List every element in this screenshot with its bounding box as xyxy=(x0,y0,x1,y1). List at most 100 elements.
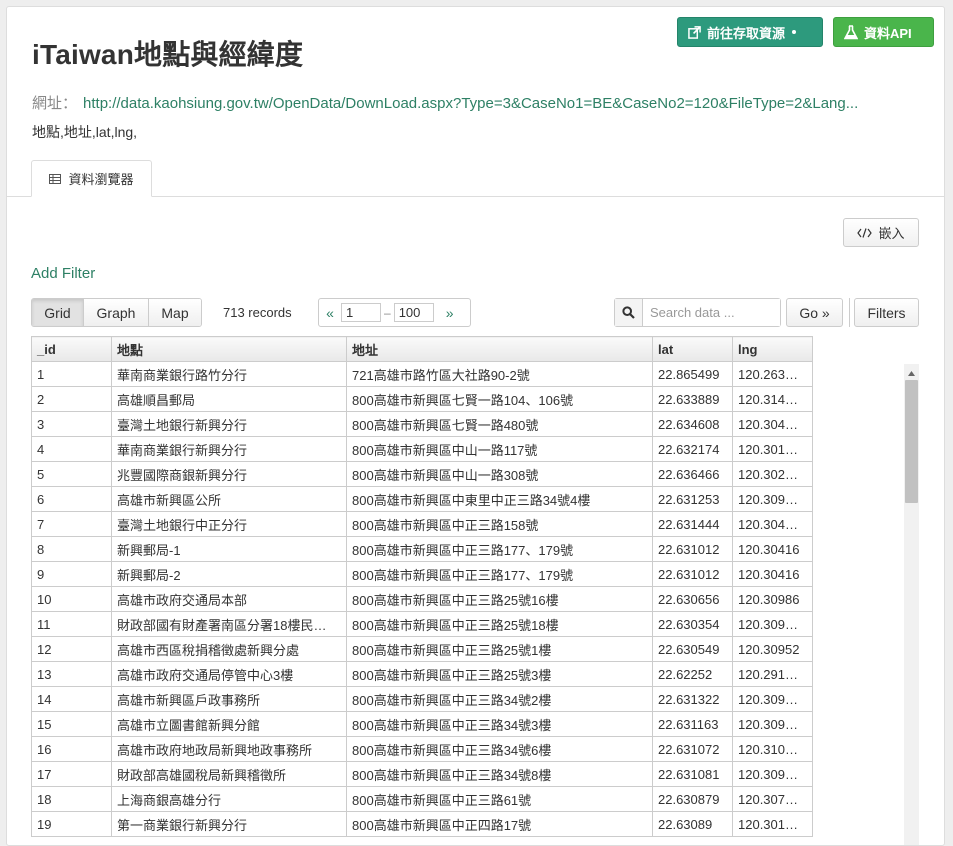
table-row[interactable]: 7 臺灣土地銀行中正分行 800高雄市新興區中正三路158號 22.631444 120… xyxy=(31,511,813,537)
table-row[interactable]: 19 第一商業銀行新興分行 800高雄市新興區中正四路17號 22.63089 120.… xyxy=(31,811,813,837)
table-cell: 120.309… xyxy=(732,686,813,712)
table-row[interactable]: 1 華南商業銀行路竹分行 721高雄市路竹區大社路90-2號 22.865499 120… xyxy=(31,361,813,387)
table-cell: 22.631012 xyxy=(652,561,733,587)
table-row[interactable]: 11 財政部國有財產署南區分署18樓民… 800高雄市新興區中正三路25號18樓 22… xyxy=(31,611,813,637)
table-cell: 10 xyxy=(31,586,112,612)
pager-from-input[interactable] xyxy=(341,303,381,322)
table-cell: 11 xyxy=(31,611,112,637)
table-cell: 22.63089 xyxy=(652,811,733,837)
table-cell: 120.301… xyxy=(732,811,813,837)
table-row[interactable]: 12 高雄市西區稅捐稽徵處新興分處 800高雄市新興區中正三路25號1樓 22.630… xyxy=(31,636,813,662)
external-link-icon xyxy=(688,25,701,39)
table-cell: 22.630879 xyxy=(652,786,733,812)
table-row[interactable]: 6 高雄市新興區公所 800高雄市新興區中東里中正三路34號4樓 22.631253 1… xyxy=(31,486,813,512)
table-cell: 22.630549 xyxy=(652,636,733,662)
column-header[interactable]: lng xyxy=(732,336,813,362)
table-cell: 800高雄市新興區中東里中正三路34號4樓 xyxy=(346,486,653,512)
grid-scrollbar[interactable] xyxy=(904,364,919,845)
table-cell: 22.633889 xyxy=(652,386,733,412)
pager-dash: – xyxy=(384,305,391,320)
view-graph-button[interactable]: Graph xyxy=(84,299,149,326)
fields-description: 地點,地址,lat,lng, xyxy=(32,124,138,140)
table-cell: 臺灣土地銀行中正分行 xyxy=(111,511,347,537)
table-cell: 22.865499 xyxy=(652,361,733,387)
search-input[interactable] xyxy=(643,299,780,326)
access-resource-label: 前往存取資源 xyxy=(707,25,786,41)
table-cell: 800高雄市新興區七賢一路104、106號 xyxy=(346,386,653,412)
grid-header-row: _id 地點 地址 lat lng xyxy=(31,336,813,362)
table-cell: 高雄市政府交通局本部 xyxy=(111,586,347,612)
table-cell: 22.631012 xyxy=(652,536,733,562)
table-cell: 22.634608 xyxy=(652,411,733,437)
go-button[interactable]: Go » xyxy=(786,298,843,327)
table-row[interactable]: 14 高雄市新興區戶政事務所 800高雄市新興區中正三路34號2樓 22.631322… xyxy=(31,686,813,712)
data-api-button[interactable]: 資料API xyxy=(833,17,934,47)
table-cell: 120.304… xyxy=(732,511,813,537)
table-cell: 800高雄市新興區中正三路25號1樓 xyxy=(346,636,653,662)
add-filter-link[interactable]: Add Filter xyxy=(31,265,95,282)
table-cell: 721高雄市路竹區大社路90-2號 xyxy=(346,361,653,387)
table-cell: 5 xyxy=(31,461,112,487)
table-row[interactable]: 15 高雄市立圖書館新興分館 800高雄市新興區中正三路34號3樓 22.631163… xyxy=(31,711,813,737)
table-cell: 財政部高雄國稅局新興稽徵所 xyxy=(111,761,347,787)
table-cell: 22.631163 xyxy=(652,711,733,737)
table-cell: 120.309… xyxy=(732,486,813,512)
flask-icon xyxy=(844,24,858,39)
table-cell: 7 xyxy=(31,511,112,537)
table-cell: 臺灣土地銀行新興分行 xyxy=(111,411,347,437)
column-header[interactable]: 地址 xyxy=(346,336,653,362)
table-cell: 800高雄市新興區中正三路158號 xyxy=(346,511,653,537)
table-cell: 8 xyxy=(31,536,112,562)
table-row[interactable]: 9 新興郵局-2 800高雄市新興區中正三路177、179號 22.631012 120… xyxy=(31,561,813,587)
grid-body: 1 華南商業銀行路竹分行 721高雄市路竹區大社路90-2號 22.865499 120… xyxy=(31,361,813,837)
pager-next-button[interactable]: » xyxy=(439,305,461,321)
table-cell: 120.314… xyxy=(732,386,813,412)
table-cell: 120.309… xyxy=(732,711,813,737)
table-cell: 120.304… xyxy=(732,411,813,437)
filters-button[interactable]: Filters xyxy=(854,298,919,327)
table-row[interactable]: 16 高雄市政府地政局新興地政事務所 800高雄市新興區中正三路34號6樓 22.63… xyxy=(31,736,813,762)
view-map-button[interactable]: Map xyxy=(149,299,201,326)
table-cell: 1 xyxy=(31,361,112,387)
table-row[interactable]: 10 高雄市政府交通局本部 800高雄市新興區中正三路25號16樓 22.630656… xyxy=(31,586,813,612)
column-header[interactable]: 地點 xyxy=(111,336,347,362)
table-cell: 120.30416 xyxy=(732,536,813,562)
table-cell: 13 xyxy=(31,661,112,687)
table-cell: 120.302… xyxy=(732,461,813,487)
table-cell: 120.30416 xyxy=(732,561,813,587)
table-row[interactable]: 2 高雄順昌郵局 800高雄市新興區七賢一路104、106號 22.633889 120… xyxy=(31,386,813,412)
table-cell: 財政部國有財產署南區分署18樓民… xyxy=(111,611,347,637)
table-row[interactable]: 13 高雄市政府交通局停管中心3樓 800高雄市新興區中正三路25號3樓 22.622… xyxy=(31,661,813,687)
table-cell: 22.630354 xyxy=(652,611,733,637)
access-resource-button[interactable]: 前往存取資源 xyxy=(677,17,823,47)
table-cell: 800高雄市新興區中正三路177、179號 xyxy=(346,561,653,587)
table-cell: 22.630656 xyxy=(652,586,733,612)
table-row[interactable]: 3 臺灣土地銀行新興分行 800高雄市新興區七賢一路480號 22.634608 120… xyxy=(31,411,813,437)
scrollbar-thumb[interactable] xyxy=(905,380,918,503)
table-cell: 800高雄市新興區中正三路34號2樓 xyxy=(346,686,653,712)
resource-url-link[interactable]: http://data.kaohsiung.gov.tw/OpenData/Do… xyxy=(83,95,858,112)
table-cell: 22.62252 xyxy=(652,661,733,687)
pager-to-input[interactable] xyxy=(393,303,434,322)
table-row[interactable]: 8 新興郵局-1 800高雄市新興區中正三路177、179號 22.631012 120… xyxy=(31,536,813,562)
url-label: 網址： xyxy=(32,95,78,112)
view-grid-button[interactable]: Grid xyxy=(32,299,84,326)
tab-data-explorer-label: 資料瀏覽器 xyxy=(68,172,134,187)
table-cell: 120.310… xyxy=(732,736,813,762)
table-cell: 上海商銀高雄分行 xyxy=(111,786,347,812)
column-header[interactable]: lat xyxy=(652,336,733,362)
table-row[interactable]: 4 華南商業銀行新興分行 800高雄市新興區中山一路117號 22.632174 120… xyxy=(31,436,813,462)
table-cell: 800高雄市新興區七賢一路480號 xyxy=(346,411,653,437)
pager-prev-button[interactable]: « xyxy=(319,305,341,321)
tab-data-explorer[interactable]: 資料瀏覽器 xyxy=(31,160,152,197)
column-header[interactable]: _id xyxy=(31,336,112,362)
table-cell: 800高雄市新興區中正三路61號 xyxy=(346,786,653,812)
table-row[interactable]: 17 財政部高雄國稅局新興稽徵所 800高雄市新興區中正三路34號8樓 22.6310… xyxy=(31,761,813,787)
embed-button[interactable]: 嵌入 xyxy=(843,218,919,247)
scroll-up-icon[interactable] xyxy=(904,368,919,378)
table-cell: 120.309… xyxy=(732,761,813,787)
table-cell: 華南商業銀行新興分行 xyxy=(111,436,347,462)
table-row[interactable]: 5 兆豐國際商銀新興分行 800高雄市新興區中山一路308號 22.636466 120… xyxy=(31,461,813,487)
table-cell: 120.30952 xyxy=(732,636,813,662)
table-row[interactable]: 18 上海商銀高雄分行 800高雄市新興區中正三路61號 22.630879 120.3… xyxy=(31,786,813,812)
